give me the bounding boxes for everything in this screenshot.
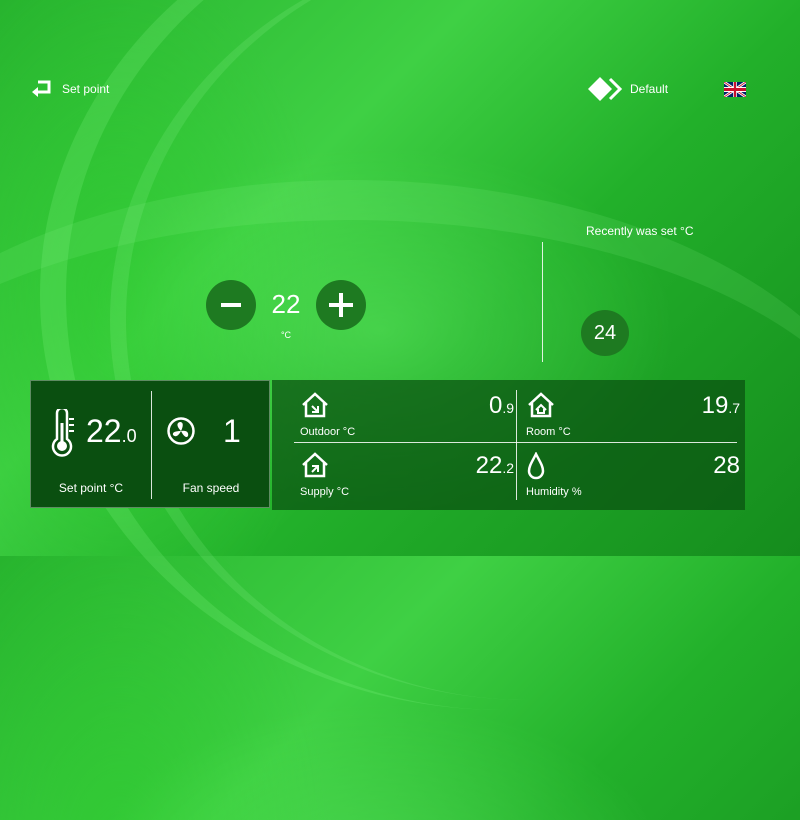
increase-button[interactable] [316, 280, 366, 330]
setpoint-unit: °C [280, 330, 292, 340]
droplet-icon [527, 452, 545, 480]
humidity-value: 28 [713, 452, 740, 479]
sensor-supply: 22.2 Supply °C [298, 448, 514, 504]
profile-label: Default [630, 82, 669, 96]
setpoint-dec: .0 [121, 426, 137, 446]
status-panel: 22.0 1 Set point °C Fan speed [30, 380, 270, 508]
back-button[interactable]: Set point [30, 80, 109, 98]
fan-speed-value: 1 [223, 413, 241, 449]
outdoor-value: 0.9 [488, 392, 514, 419]
sensor-panel: 0.9 Outdoor °C 19.7 Room °C 22.2 Supply … [272, 380, 745, 510]
house-outdoor-icon [302, 392, 328, 418]
minus-icon [221, 303, 241, 307]
outdoor-label: Outdoor °C [300, 426, 356, 438]
profile-button[interactable]: Default [588, 76, 668, 102]
decrease-button[interactable] [206, 280, 256, 330]
room-label: Room °C [526, 426, 571, 438]
fan-icon [167, 417, 195, 445]
setpoint-int: 22 [86, 413, 122, 449]
humidity-label: Humidity % [526, 486, 582, 498]
supply-label: Supply °C [300, 486, 350, 498]
fan-speed-label: Fan speed [182, 481, 240, 495]
recently-set-label: Recently was set °C [586, 224, 694, 238]
sensor-humidity: 28 Humidity % [524, 448, 740, 504]
setpoint-display: 22.0 [86, 413, 137, 450]
profile-diamond-icon [588, 77, 623, 101]
setpoint-control: 22 °C [206, 280, 368, 350]
setpoint-label: Set point °C [58, 481, 124, 495]
return-icon [32, 80, 51, 97]
supply-value: 22.2 [475, 452, 514, 479]
house-supply-icon [302, 452, 328, 478]
recent-setpoint-button[interactable]: 24 [581, 310, 629, 356]
back-label: Set point [62, 82, 110, 96]
sensor-room: 19.7 Room °C [524, 388, 740, 444]
plus-icon [329, 293, 353, 317]
house-room-icon [528, 392, 554, 418]
thermometer-icon [51, 409, 74, 457]
setpoint-value: 22 [271, 289, 301, 319]
vertical-divider [542, 242, 543, 362]
uk-flag-icon[interactable] [724, 82, 746, 97]
sensor-outdoor: 0.9 Outdoor °C [298, 388, 514, 444]
sensor-v-divider [516, 390, 517, 500]
room-value: 19.7 [701, 392, 740, 419]
